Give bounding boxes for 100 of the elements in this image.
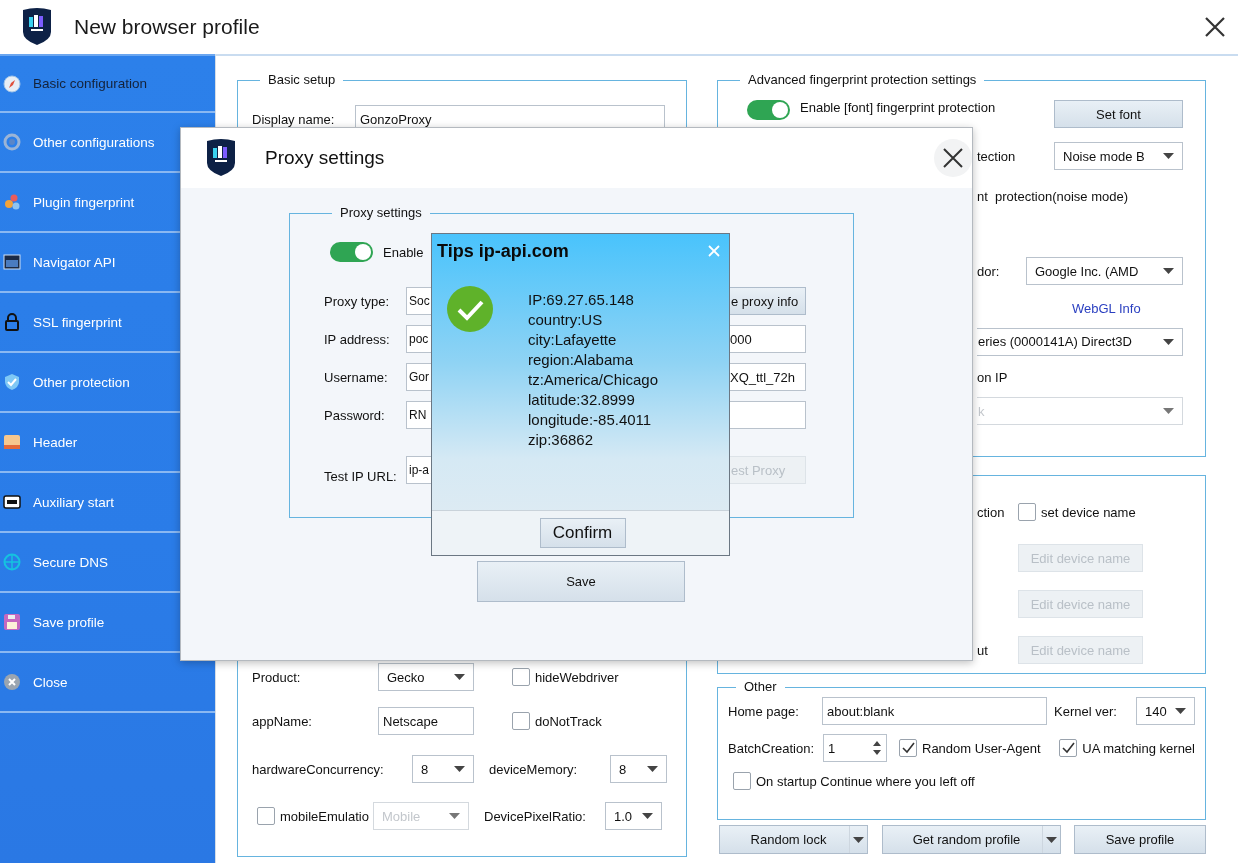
dropdown[interactable]: Noise mode B	[1054, 142, 1183, 170]
input-field[interactable]: RN	[406, 401, 431, 429]
field-label: Username:	[324, 369, 389, 385]
field-label: Password:	[324, 407, 386, 423]
checkbox[interactable]: mobileEmulatio	[257, 807, 373, 825]
section-title: Advanced fingerprint protection settings	[748, 72, 977, 87]
section-title: Proxy settings	[340, 205, 422, 220]
close-button[interactable]	[934, 139, 972, 177]
input-field[interactable]: about:blank	[822, 697, 1047, 725]
checkbox[interactable]: Random User-Agent	[899, 739, 1041, 757]
toggle-switch[interactable]	[747, 100, 790, 120]
gears-icon	[3, 193, 21, 211]
checkbox[interactable]: set device name	[1018, 503, 1218, 521]
input-field[interactable]: Netscape	[378, 707, 474, 735]
save-button[interactable]: Save	[477, 561, 685, 602]
caret-icon	[449, 813, 460, 819]
caret-icon	[454, 766, 465, 772]
checkmark-icon	[901, 741, 915, 755]
success-check-icon	[447, 286, 493, 332]
terminal-icon	[3, 493, 21, 511]
confirm-button[interactable]: Confirm	[539, 518, 626, 548]
setting-label: Enable	[383, 244, 424, 260]
globe-icon	[3, 553, 21, 571]
info-line: country:US	[528, 310, 604, 330]
checkbox[interactable]: On startup Continue where you left off	[733, 772, 975, 790]
checkbox[interactable]: hideWebdriver	[512, 668, 619, 686]
dropdown[interactable]: 140	[1136, 697, 1195, 725]
input-field[interactable]: ip-a	[406, 456, 431, 484]
section-title: Basic setup	[268, 72, 336, 87]
info-line: tz:America/Chicago	[528, 370, 659, 390]
caret-icon	[1046, 836, 1057, 843]
setting-label: ction	[977, 504, 1006, 520]
dropdown[interactable]: Google Inc. (AMD	[1026, 257, 1183, 285]
split-button[interactable]: Get random profile	[882, 825, 1061, 854]
checkbox[interactable]: doNotTrack	[512, 712, 602, 730]
split-button[interactable]: Random lock	[719, 825, 868, 854]
caret-icon	[1175, 708, 1186, 714]
field-label: Kernel ver:	[1054, 703, 1118, 719]
caret-icon	[1163, 153, 1174, 159]
caret-icon	[1163, 408, 1174, 414]
dropdown[interactable]: Gecko	[378, 663, 474, 691]
link[interactable]: WebGL Info	[1072, 300, 1141, 316]
number-field[interactable]: 1	[823, 734, 887, 762]
info-line: zip:36862	[528, 430, 595, 450]
section-title: Other	[744, 679, 777, 694]
setting-label: nt protection(noise mode)	[977, 188, 1129, 204]
close-icon	[943, 148, 963, 168]
field-label: Home page:	[728, 703, 800, 719]
setting-label: ut	[977, 642, 989, 658]
dialog-title: Proxy settings	[265, 147, 385, 169]
caret-icon	[1163, 338, 1174, 345]
caret-icon	[454, 674, 465, 680]
setting-label: dor:	[977, 263, 1000, 279]
logo-icon	[21, 7, 53, 47]
field-label: DevicePixelRatio:	[484, 808, 587, 824]
logo-icon	[205, 138, 237, 178]
caret-icon	[647, 766, 658, 772]
input-field[interactable]: XQ_ttl_72h	[728, 363, 806, 391]
close-circle-icon	[3, 673, 21, 691]
dropdown[interactable]: 8	[610, 755, 667, 783]
field-label: Product:	[252, 669, 302, 685]
field-label: hardwareConcurrency:	[252, 761, 385, 777]
shield-icon	[3, 373, 21, 391]
input-field[interactable]: Soc	[406, 287, 431, 315]
field-label: Proxy type:	[324, 293, 391, 309]
info-line: region:Alabama	[528, 350, 635, 370]
field-label: IP address:	[324, 331, 391, 347]
sidebar-item[interactable]: Basic configuration	[0, 56, 215, 113]
close-icon	[708, 245, 720, 257]
input-field[interactable]	[728, 401, 806, 429]
dialog-title: Tips ip-api.com	[437, 240, 569, 262]
field-label: appName:	[252, 713, 313, 729]
lock-icon	[3, 313, 21, 331]
setting-label: Enable [font] fingerprint protection	[800, 100, 996, 115]
card-icon	[3, 433, 21, 451]
dropdown[interactable]: eries (0000141A) Direct3D	[977, 327, 1183, 356]
info-line: latitude:32.8999	[528, 390, 636, 410]
info-line: IP:69.27.65.148	[528, 290, 635, 310]
dropdown[interactable]: 1.0	[605, 802, 662, 830]
action-button[interactable]: Set font	[1054, 100, 1183, 128]
field-label: Display name:	[252, 111, 336, 127]
checkmark-icon	[1061, 741, 1076, 755]
input-field[interactable]: Gor	[406, 363, 431, 391]
field-label: BatchCreation:	[728, 740, 815, 756]
caret-icon	[853, 836, 864, 843]
toggle-switch[interactable]	[330, 242, 373, 262]
info-line: longitude:-85.4011	[528, 410, 653, 430]
input-field[interactable]: poc	[406, 325, 431, 353]
caret-icon	[1163, 268, 1174, 274]
setting-label: tection	[977, 148, 1016, 164]
ring-icon	[3, 133, 21, 151]
action-button[interactable]: Save profile	[1074, 825, 1206, 854]
dropdown[interactable]: 8	[412, 755, 474, 783]
action-button[interactable]: e proxy info	[728, 287, 806, 315]
field-label: deviceMemory:	[489, 761, 579, 777]
caret-icon	[642, 813, 653, 819]
floppy-icon	[3, 613, 21, 631]
setting-label: on IP	[977, 369, 1008, 385]
input-field[interactable]: 000	[728, 325, 806, 353]
checkbox[interactable]: UA matching kernel	[1059, 739, 1195, 757]
